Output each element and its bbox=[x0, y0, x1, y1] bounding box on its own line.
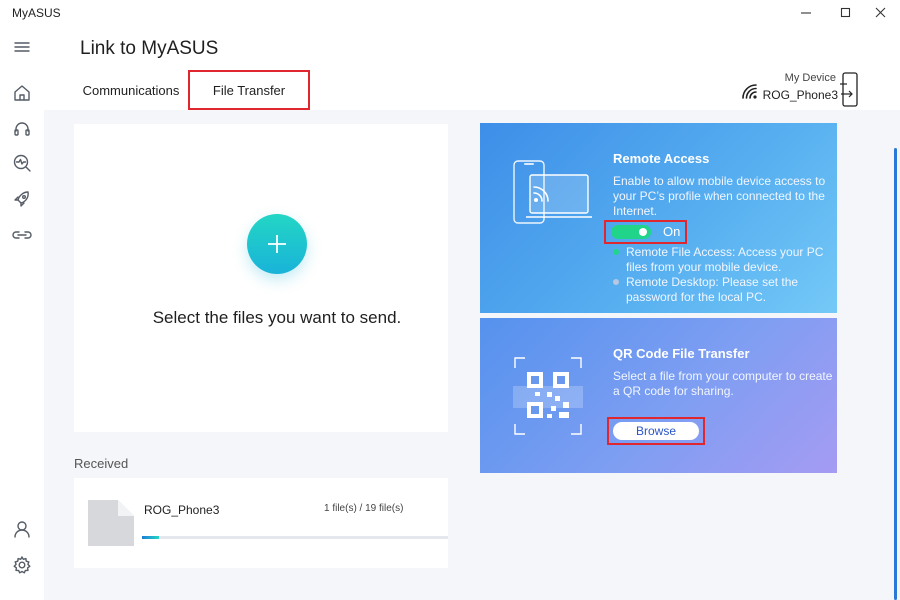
device-caption: My Device bbox=[784, 72, 836, 84]
link-icon bbox=[12, 231, 32, 239]
app-title: MyASUS bbox=[12, 6, 61, 20]
close-button[interactable] bbox=[865, 0, 897, 26]
remote-file-access-text: Remote File Access: Access your PC files… bbox=[626, 245, 824, 274]
browse-button-group: Browse bbox=[607, 417, 705, 445]
qr-transfer-card: QR Code File Transfer Select a file from… bbox=[480, 318, 837, 473]
toggle-knob bbox=[639, 228, 647, 236]
received-list-item[interactable]: ROG_Phone3 1 file(s) / 19 file(s) bbox=[74, 478, 448, 568]
qr-code-illustration bbox=[513, 357, 583, 435]
minimize-icon bbox=[801, 12, 811, 14]
rocket-icon bbox=[14, 191, 29, 207]
qr-transfer-description: Select a file from your computer to crea… bbox=[613, 369, 833, 398]
home-icon bbox=[14, 85, 30, 101]
user-icon bbox=[14, 521, 30, 538]
sidebar bbox=[0, 26, 44, 600]
received-device-name: ROG_Phone3 bbox=[144, 503, 220, 517]
qr-transfer-title: QR Code File Transfer bbox=[613, 346, 750, 361]
minimize-button[interactable] bbox=[790, 0, 822, 26]
toggle-state-label: On bbox=[663, 224, 681, 239]
file-icon bbox=[88, 500, 134, 546]
sidebar-item-account[interactable] bbox=[9, 516, 35, 542]
sidebar-item-optimization[interactable] bbox=[9, 186, 35, 212]
received-heading: Received bbox=[74, 456, 129, 471]
remote-access-toggle-group[interactable]: On bbox=[604, 220, 687, 244]
scrollbar[interactable] bbox=[894, 148, 897, 600]
plus-icon bbox=[268, 235, 286, 253]
wifi-icon bbox=[742, 84, 757, 99]
sidebar-item-settings[interactable] bbox=[9, 552, 35, 578]
maximize-icon bbox=[840, 7, 851, 18]
remote-desktop-bullet: Remote Desktop: Please set the password … bbox=[613, 275, 828, 305]
sidebar-item-diagnostics[interactable] bbox=[9, 150, 35, 176]
sidebar-menu-button[interactable] bbox=[9, 34, 35, 60]
remote-access-title: Remote Access bbox=[613, 151, 710, 166]
transfer-progress-fill bbox=[142, 536, 159, 539]
send-files-panel[interactable]: Select the files you want to send. bbox=[74, 124, 448, 432]
received-file-count: 1 file(s) / 19 file(s) bbox=[324, 503, 404, 514]
remote-access-card: Remote Access Enable to allow mobile dev… bbox=[480, 123, 837, 313]
diagnostics-icon bbox=[13, 154, 31, 172]
headset-icon bbox=[14, 122, 30, 136]
device-selector[interactable]: My Device ROG_Phone3 bbox=[720, 72, 860, 112]
tab-communications[interactable]: Communications bbox=[74, 70, 188, 110]
device-name: ROG_Phone3 bbox=[762, 88, 838, 102]
remote-file-access-bullet: Remote File Access: Access your PC files… bbox=[613, 245, 828, 275]
gear-icon bbox=[13, 556, 31, 574]
page-title: Link to MyASUS bbox=[80, 38, 219, 59]
sidebar-item-home[interactable] bbox=[9, 80, 35, 106]
transfer-progress-bar bbox=[142, 536, 448, 539]
page-header: Link to MyASUS Communications File Trans… bbox=[44, 26, 900, 110]
maximize-button[interactable] bbox=[830, 0, 862, 26]
remote-access-description: Enable to allow mobile device access to … bbox=[613, 174, 826, 218]
status-dot-active bbox=[613, 249, 619, 255]
status-dot-inactive bbox=[613, 279, 619, 285]
title-bar: MyASUS bbox=[0, 0, 900, 26]
sidebar-item-link[interactable] bbox=[9, 222, 35, 248]
close-icon bbox=[875, 7, 886, 18]
remote-desktop-text: Remote Desktop: Please set the password … bbox=[626, 275, 799, 304]
add-files-button[interactable] bbox=[247, 214, 307, 274]
phone-swap-icon bbox=[840, 72, 858, 107]
sidebar-item-support[interactable] bbox=[9, 116, 35, 142]
remote-access-illustration bbox=[513, 160, 592, 224]
send-files-text: Select the files you want to send. bbox=[152, 308, 402, 327]
remote-access-toggle[interactable] bbox=[611, 225, 651, 239]
browse-button[interactable]: Browse bbox=[613, 422, 699, 440]
menu-icon bbox=[14, 42, 30, 52]
tab-file-transfer[interactable]: File Transfer bbox=[188, 70, 310, 110]
